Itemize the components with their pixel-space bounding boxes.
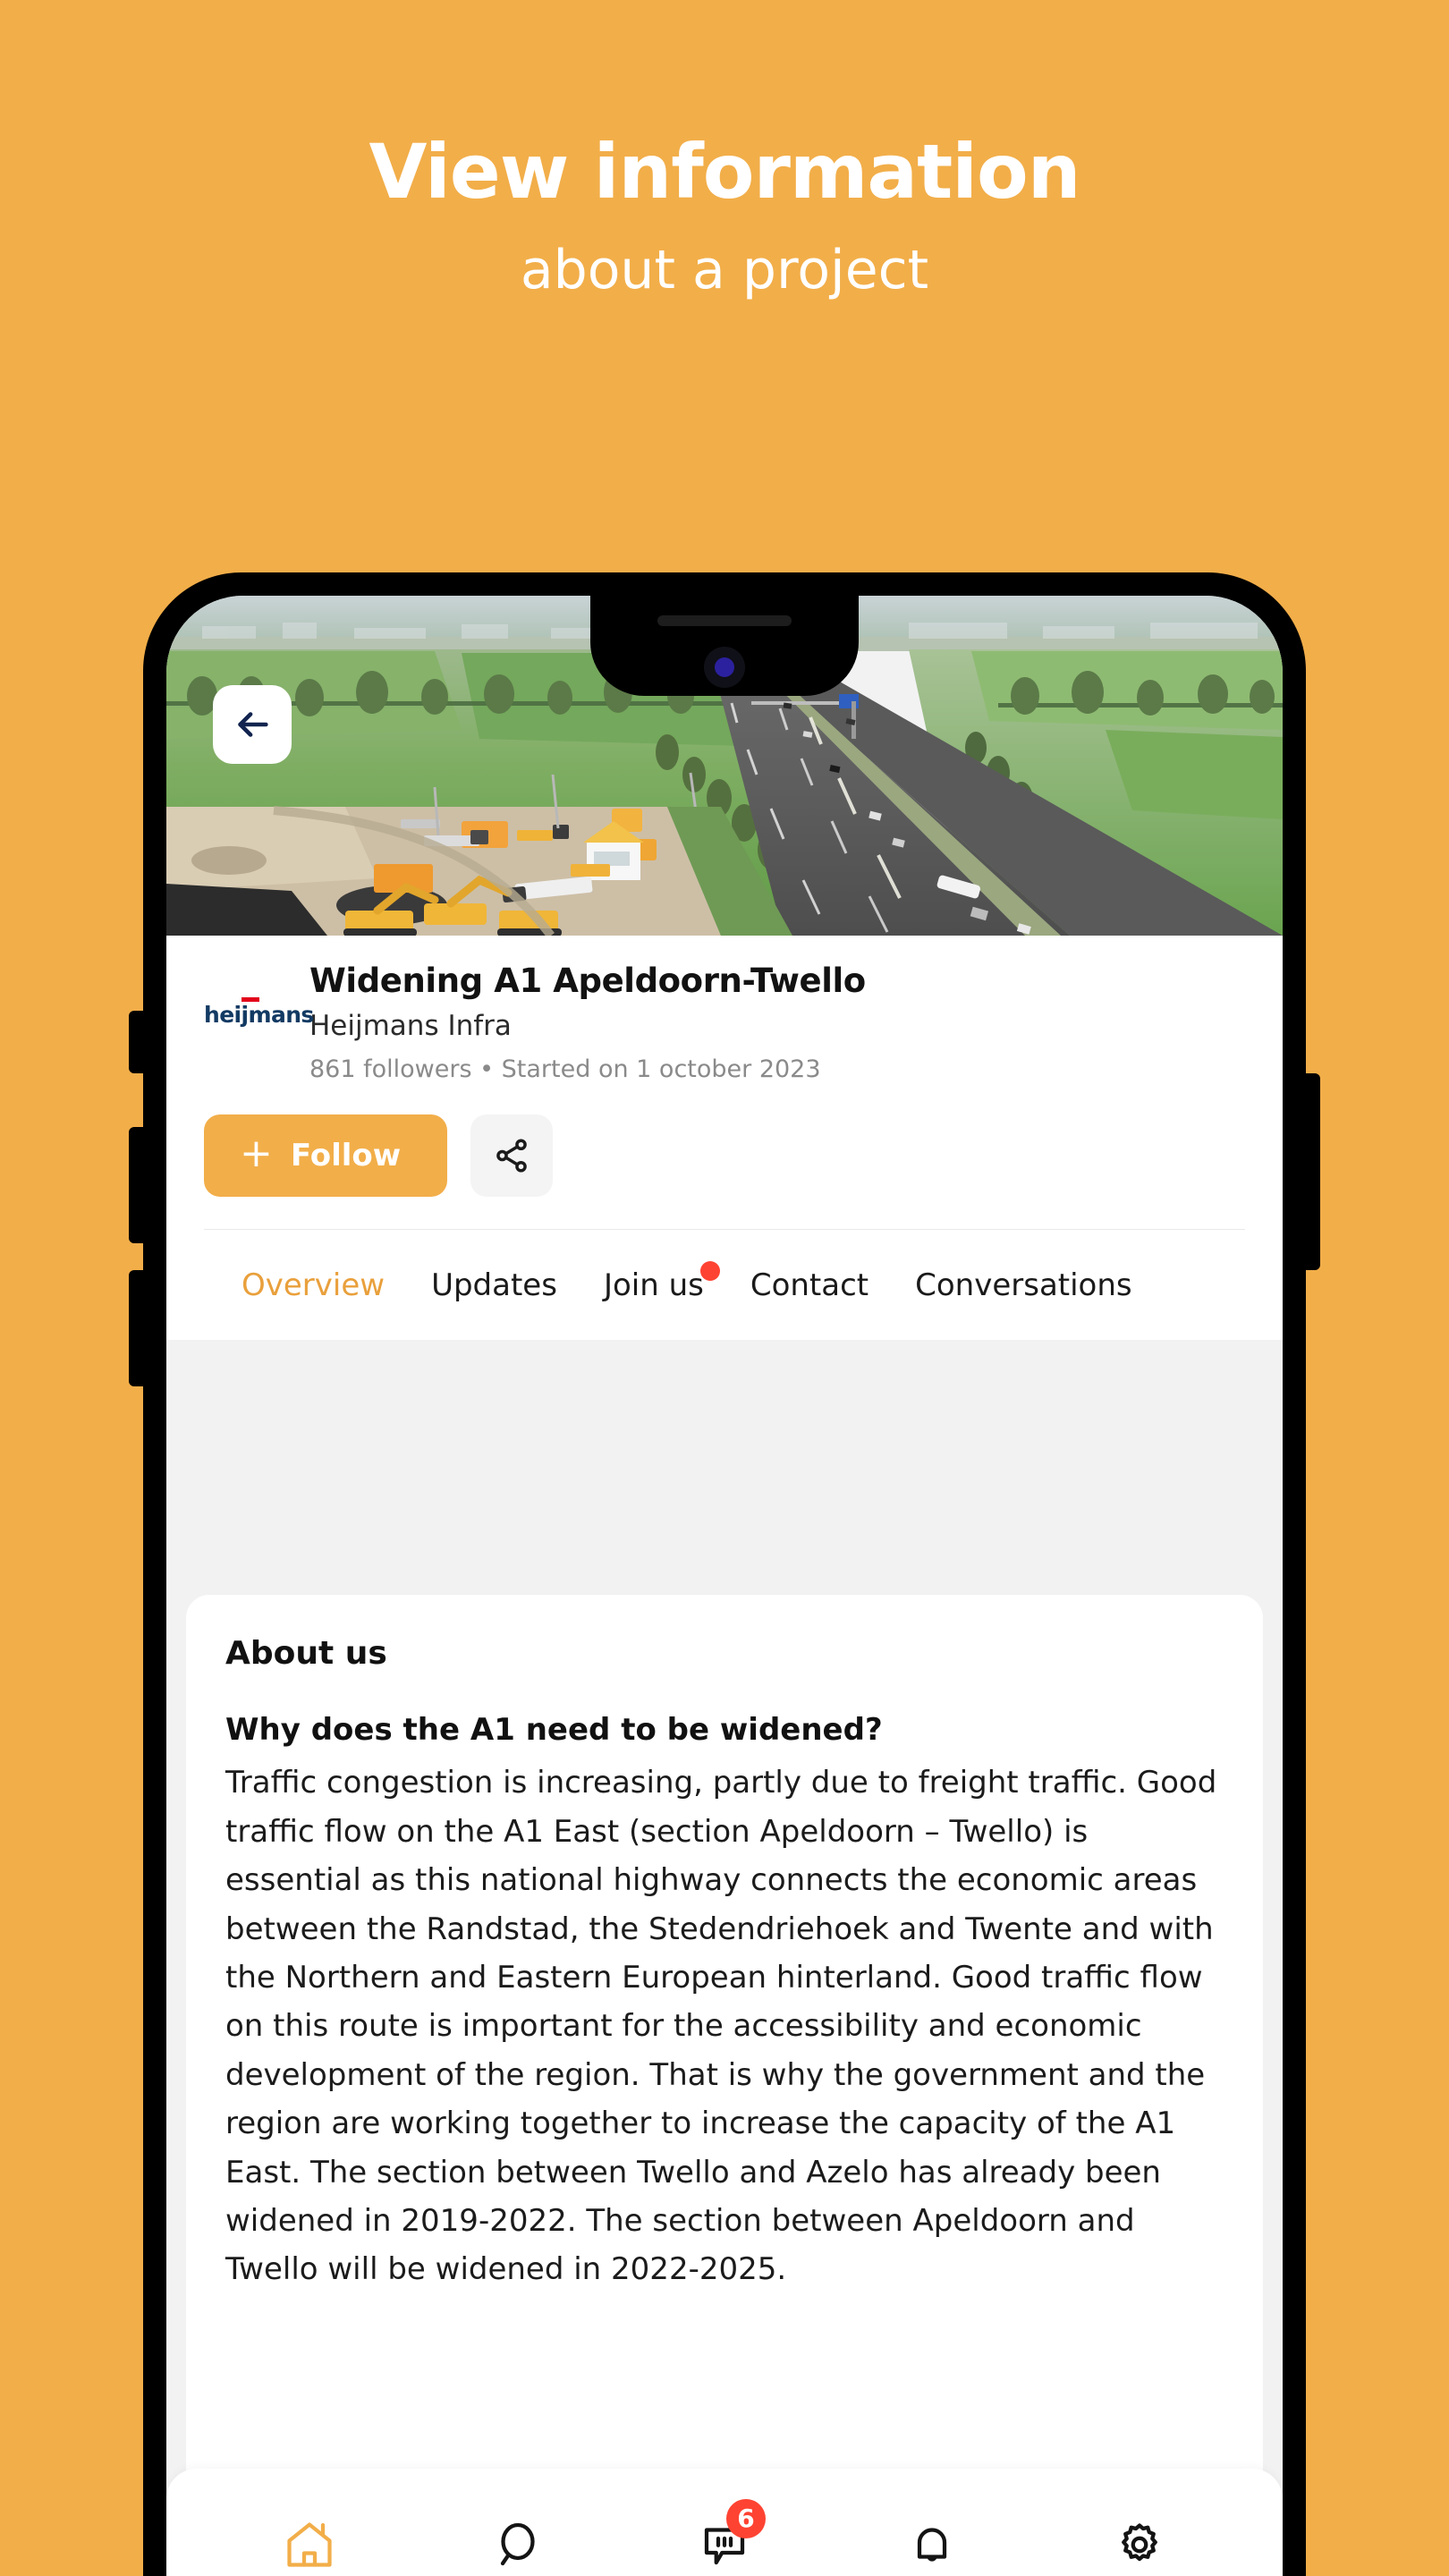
share-icon xyxy=(496,1139,527,1173)
phone-power-button[interactable] xyxy=(1304,1073,1320,1270)
phone-notch xyxy=(590,596,859,696)
messages-badge-count: 6 xyxy=(726,2499,766,2538)
bottom-navigation-bar: 6 xyxy=(166,2469,1283,2576)
nav-item-messages[interactable]: 6 xyxy=(682,2499,767,2576)
project-title: Widening A1 Apeldoorn-Twello xyxy=(309,962,866,1000)
tab-contact[interactable]: Contact xyxy=(750,1270,869,1301)
project-identity-row: heijmans Widening A1 Apeldoorn-Twello He… xyxy=(204,962,1245,1084)
about-us-heading: About us xyxy=(225,1635,387,1672)
arrow-left-icon xyxy=(238,712,268,737)
phone-volume-down-button[interactable] xyxy=(129,1270,145,1386)
promo-title: View information xyxy=(369,128,1080,216)
plus-icon: + xyxy=(240,1131,273,1177)
project-header-card: heijmans Widening A1 Apeldoorn-Twello He… xyxy=(166,936,1283,1341)
tab-join-us[interactable]: Join us xyxy=(603,1260,720,1303)
about-us-card: About us Why does the A1 need to be wide… xyxy=(186,1595,1263,2576)
promo-header: View information about a project xyxy=(0,0,1449,297)
nav-item-settings[interactable] xyxy=(1097,2506,1182,2576)
organisation-logo: heijmans xyxy=(204,962,314,1028)
bell-icon xyxy=(917,2528,947,2562)
follower-count: 861 followers xyxy=(309,1055,472,1083)
gear-icon xyxy=(1122,2523,1157,2562)
nav-item-home[interactable] xyxy=(267,2506,352,2576)
tab-overview[interactable]: Overview xyxy=(242,1270,385,1301)
tab-contact-label: Contact xyxy=(750,1267,869,1303)
tab-conversations-label: Conversations xyxy=(915,1267,1132,1303)
camera-lens xyxy=(715,657,734,677)
phone-volume-up-button[interactable] xyxy=(129,1127,145,1243)
tab-list: Overview Updates Join us Contact Convers… xyxy=(204,1230,1245,1340)
tab-conversations[interactable]: Conversations xyxy=(915,1270,1132,1301)
phone-screen: heijmans Widening A1 Apeldoorn-Twello He… xyxy=(166,596,1283,2576)
tab-overview-label: Overview xyxy=(242,1267,386,1303)
front-camera xyxy=(704,647,745,688)
home-icon xyxy=(287,2522,332,2567)
heijmans-logo-text: heijmans xyxy=(204,997,314,1028)
follow-button[interactable]: + Follow xyxy=(204,1114,448,1198)
project-text-block: Widening A1 Apeldoorn-Twello Heijmans In… xyxy=(304,962,1245,1084)
organisation-name: Heijmans Infra xyxy=(309,1009,512,1042)
search-icon xyxy=(500,2522,535,2566)
nav-item-search[interactable] xyxy=(474,2506,560,2576)
tab-updates[interactable]: Updates xyxy=(431,1270,557,1301)
nav-item-notifications[interactable] xyxy=(889,2506,975,2576)
meta-separator: • xyxy=(479,1055,495,1083)
tab-updates-label: Updates xyxy=(431,1267,557,1303)
share-button[interactable] xyxy=(470,1114,554,1198)
project-tab-bar: Overview Updates Join us Contact Convers… xyxy=(204,1229,1245,1341)
about-us-body: Traffic congestion is increasing, partly… xyxy=(225,1765,1217,2288)
promo-subtitle: about a project xyxy=(520,239,929,301)
project-actions: + Follow xyxy=(204,1114,1245,1229)
phone-mockup: heijmans Widening A1 Apeldoorn-Twello He… xyxy=(129,572,1320,2576)
phone-mute-switch[interactable] xyxy=(129,1011,145,1073)
earpiece-speaker xyxy=(657,615,792,626)
overview-content-area: About us Why does the A1 need to be wide… xyxy=(166,1575,1283,2576)
back-button[interactable] xyxy=(213,685,292,764)
project-start-date: Started on 1 october 2023 xyxy=(501,1055,821,1083)
follow-button-label: Follow xyxy=(290,1138,402,1174)
tab-join-us-label: Join us xyxy=(603,1267,704,1303)
project-meta: 861 followers • Started on 1 october 202… xyxy=(309,1055,1245,1084)
tab-join-us-badge-dot xyxy=(699,1260,720,1281)
about-us-question: Why does the A1 need to be widened? xyxy=(225,1712,883,1749)
